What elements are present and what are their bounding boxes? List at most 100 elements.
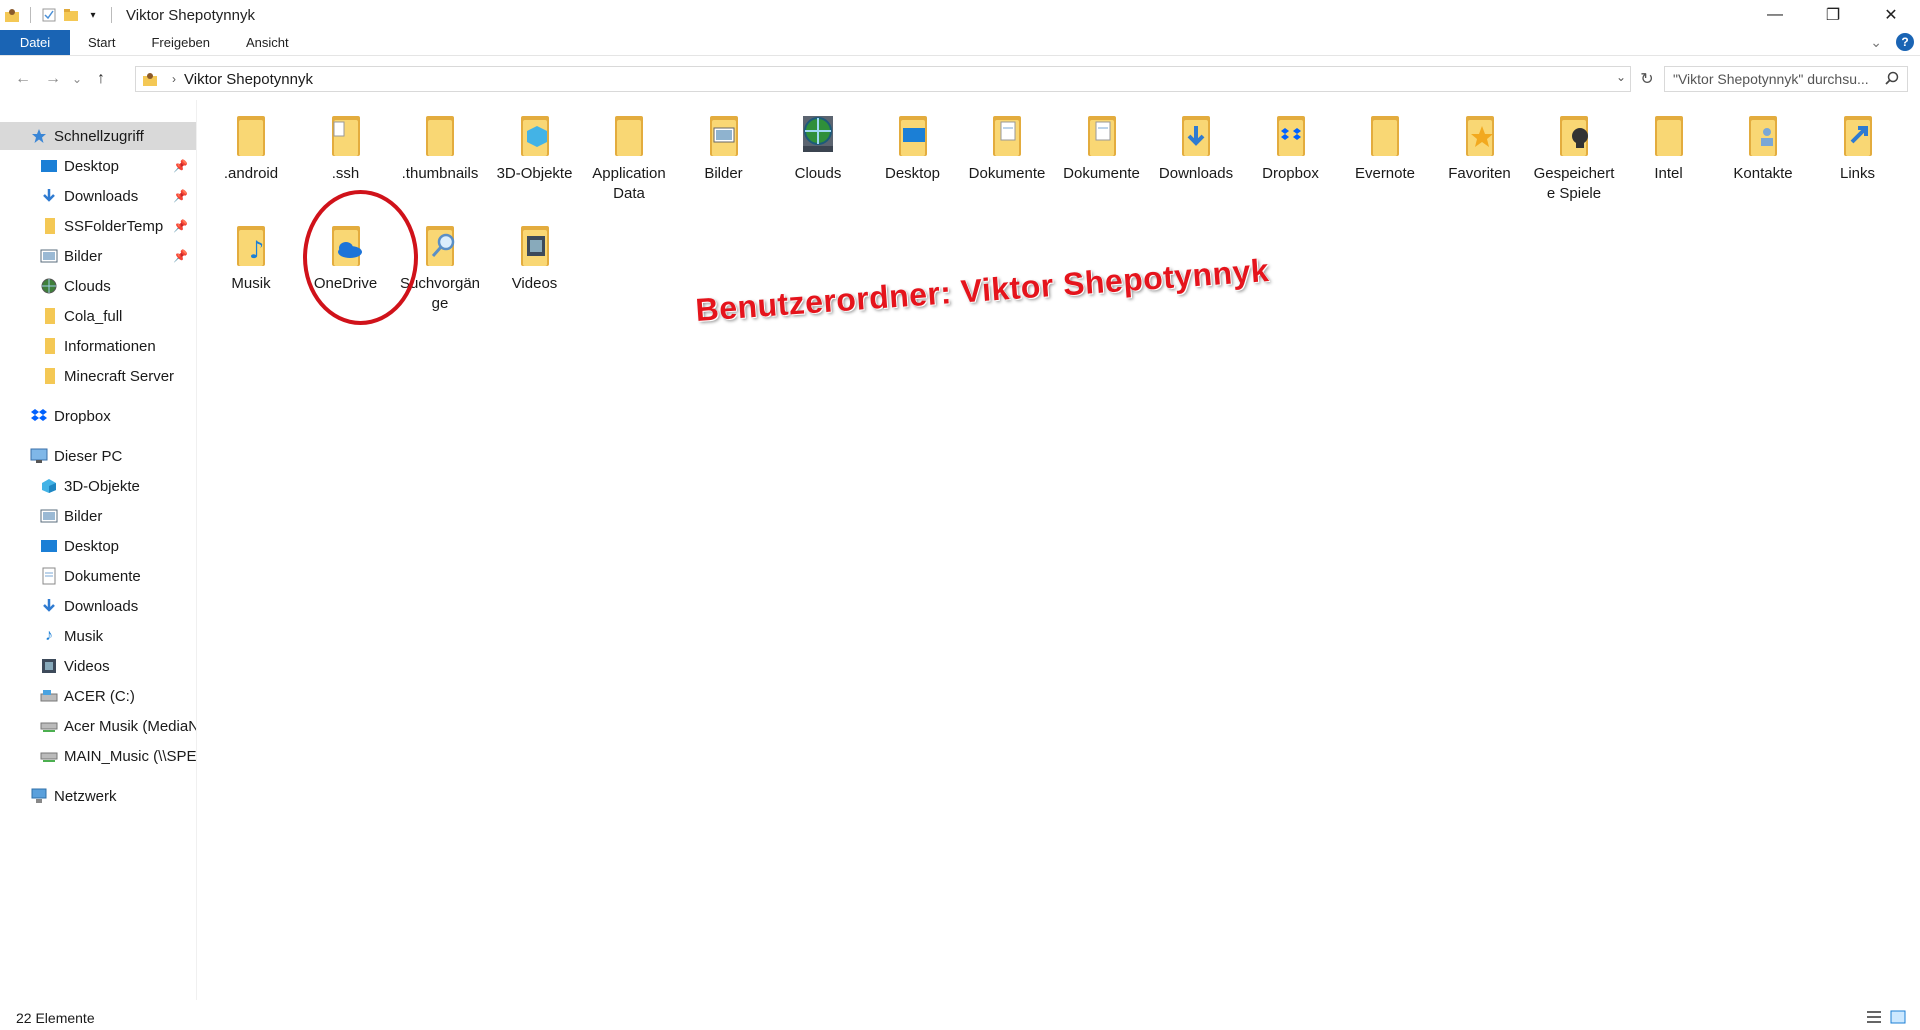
breadcrumb[interactable]: Viktor Shepotynnyk <box>184 71 313 88</box>
forward-button[interactable]: → <box>38 66 68 92</box>
folder-item-dropbox[interactable]: Dropbox <box>1244 112 1338 184</box>
folder-item-label: Links <box>1839 165 1876 182</box>
folder-item-label: .ssh <box>331 165 360 182</box>
sidebar-item-3d-objekte[interactable]: 3D-Objekte <box>0 472 196 500</box>
folder-item-clouds[interactable]: Clouds <box>771 112 865 184</box>
search-placeholder: "Viktor Shepotynnyk" durchsu... <box>1673 71 1869 87</box>
sidebar-item-dieser-pc[interactable]: Dieser PC <box>0 442 196 470</box>
sidebar-item-schnellzugriff[interactable]: Schnellzugriff <box>0 122 196 150</box>
toolbar-separator <box>111 7 112 23</box>
folder-item-label: Clouds <box>794 165 842 182</box>
folder-item-desktop[interactable]: Desktop <box>866 112 960 184</box>
folder-item-gespeicherte-spiele[interactable]: Gespeicherte Spiele <box>1527 112 1621 204</box>
back-button[interactable]: ← <box>8 66 38 92</box>
sidebar-item-cola-full[interactable]: Cola_full <box>0 302 196 330</box>
sidebar-item-ssfoldertemp[interactable]: SSFolderTemp 📌 <box>0 212 196 240</box>
expand-ribbon-icon[interactable]: ⌄ <box>1870 34 1882 51</box>
tab-ansicht[interactable]: Ansicht <box>228 30 307 55</box>
folder-item-label: Desktop <box>884 165 941 182</box>
sidebar-item-bilder[interactable]: Bilder 📌 <box>0 242 196 270</box>
sidebar-item-acer-musik[interactable]: Acer Musik (MediaN <box>0 712 196 740</box>
tab-start[interactable]: Start <box>70 30 133 55</box>
sidebar-item-downloads-pc[interactable]: Downloads <box>0 592 196 620</box>
highlight-circle <box>303 190 418 325</box>
sidebar-item-videos[interactable]: Videos <box>0 652 196 680</box>
sidebar-item-clouds[interactable]: Clouds <box>0 272 196 300</box>
folder-item-dokumente[interactable]: Dokumente <box>960 112 1054 184</box>
folder-item-label: Gespeicherte Spiele <box>1533 165 1615 202</box>
chevron-down-icon[interactable]: ⌄ <box>1616 70 1626 84</box>
folder-item-intel[interactable]: Intel <box>1622 112 1716 184</box>
pin-icon[interactable]: 📌 <box>173 219 188 233</box>
sidebar-item-desktop[interactable]: Desktop 📌 <box>0 152 196 180</box>
network-drive-icon <box>40 717 58 735</box>
new-folder-icon[interactable] <box>63 7 79 23</box>
sidebar-item-netzwerk[interactable]: Netzwerk <box>0 782 196 810</box>
recent-locations-button[interactable]: ⌄ <box>68 66 86 92</box>
sidebar-item-main-music[interactable]: MAIN_Music (\\SPEI <box>0 742 196 770</box>
customize-toolbar-dropdown-icon[interactable]: ▾ <box>85 7 101 23</box>
sidebar-item-label: Dropbox <box>54 407 111 425</box>
sidebar-item-label: Desktop <box>64 157 120 175</box>
folder-item-downloads[interactable]: Downloads <box>1149 112 1243 184</box>
sidebar-item-acer-c[interactable]: ACER (C:) <box>0 682 196 710</box>
quick-access-toolbar: ▾ <box>0 7 116 23</box>
folder-icon <box>416 112 464 160</box>
search-icon[interactable] <box>1885 71 1899 88</box>
folder-item-thumbnails[interactable]: .thumbnails <box>393 112 487 184</box>
folder-item-links[interactable]: Links <box>1811 112 1905 184</box>
large-icons-view-icon[interactable] <box>1890 1010 1906 1027</box>
download-icon <box>40 597 58 615</box>
folder-item-kontakte[interactable]: Kontakte <box>1716 112 1810 184</box>
help-icon[interactable]: ? <box>1896 33 1914 51</box>
up-button[interactable]: ↑ <box>86 66 116 92</box>
tab-datei[interactable]: Datei <box>0 30 70 55</box>
document-folder-icon <box>983 112 1031 160</box>
sidebar-item-bilder-pc[interactable]: Bilder <box>0 502 196 530</box>
pane-divider[interactable] <box>196 100 197 1000</box>
folder-item-label: .thumbnails <box>401 165 479 182</box>
details-view-icon[interactable] <box>1866 1010 1882 1027</box>
folder-item-android[interactable]: .android <box>204 112 298 184</box>
restore-button[interactable]: ❐ <box>1804 0 1862 30</box>
folder-icon <box>40 217 58 235</box>
pin-icon[interactable]: 📌 <box>173 159 188 173</box>
folder-item-dokumente[interactable]: Dokumente <box>1055 112 1149 184</box>
sidebar-item-label: Downloads <box>64 187 139 205</box>
folder-item-videos[interactable]: Videos <box>488 222 582 294</box>
sidebar-item-minecraft-server[interactable]: Minecraft Server <box>0 362 196 390</box>
toolbar-separator <box>30 7 31 23</box>
sidebar-item-desktop-pc[interactable]: Desktop <box>0 532 196 560</box>
folder-icon <box>227 112 275 160</box>
sidebar-item-downloads[interactable]: Downloads 📌 <box>0 182 196 210</box>
folder-item-application-data[interactable]: Application Data <box>582 112 676 204</box>
folder-item-3d-objekte[interactable]: 3D-Objekte <box>488 112 582 184</box>
folder-item-evernote[interactable]: Evernote <box>1338 112 1432 184</box>
user-folder-icon[interactable] <box>4 7 20 23</box>
pin-icon[interactable]: 📌 <box>173 249 188 263</box>
properties-icon[interactable] <box>41 7 57 23</box>
document-folder-icon <box>1078 112 1126 160</box>
search-input[interactable]: "Viktor Shepotynnyk" durchsu... <box>1664 66 1908 92</box>
chevron-right-icon[interactable]: › <box>172 72 176 86</box>
folder-item-musik[interactable]: ♪ Musik <box>204 222 298 294</box>
folder-item-ssh[interactable]: .ssh <box>299 112 393 184</box>
folder-icon <box>40 307 58 325</box>
folder-item-bilder[interactable]: Bilder <box>677 112 771 184</box>
pin-icon[interactable]: 📌 <box>173 189 188 203</box>
refresh-button[interactable]: ↻ <box>1636 68 1658 90</box>
sidebar-item-label: 3D-Objekte <box>64 477 140 495</box>
ribbon-tabs: Datei Start Freigeben Ansicht ⌄ ? <box>0 30 1920 56</box>
address-bar[interactable]: › Viktor Shepotynnyk ⌄ <box>135 66 1631 92</box>
sidebar-item-dokumente[interactable]: Dokumente <box>0 562 196 590</box>
close-button[interactable]: ✕ <box>1862 0 1920 30</box>
sidebar-item-informationen[interactable]: Informationen <box>0 332 196 360</box>
sidebar-item-musik[interactable]: ♪ Musik <box>0 622 196 650</box>
sidebar-item-label: ACER (C:) <box>64 687 135 705</box>
minimize-button[interactable]: — <box>1746 0 1804 30</box>
sidebar-item-dropbox[interactable]: Dropbox <box>0 402 196 430</box>
folder-item-favoriten[interactable]: Favoriten <box>1433 112 1527 184</box>
folder-item-label: Dropbox <box>1262 165 1319 182</box>
tab-freigeben[interactable]: Freigeben <box>133 30 228 55</box>
navigation-pane: Schnellzugriff Desktop 📌 Downloads 📌 SSF… <box>0 120 196 1000</box>
